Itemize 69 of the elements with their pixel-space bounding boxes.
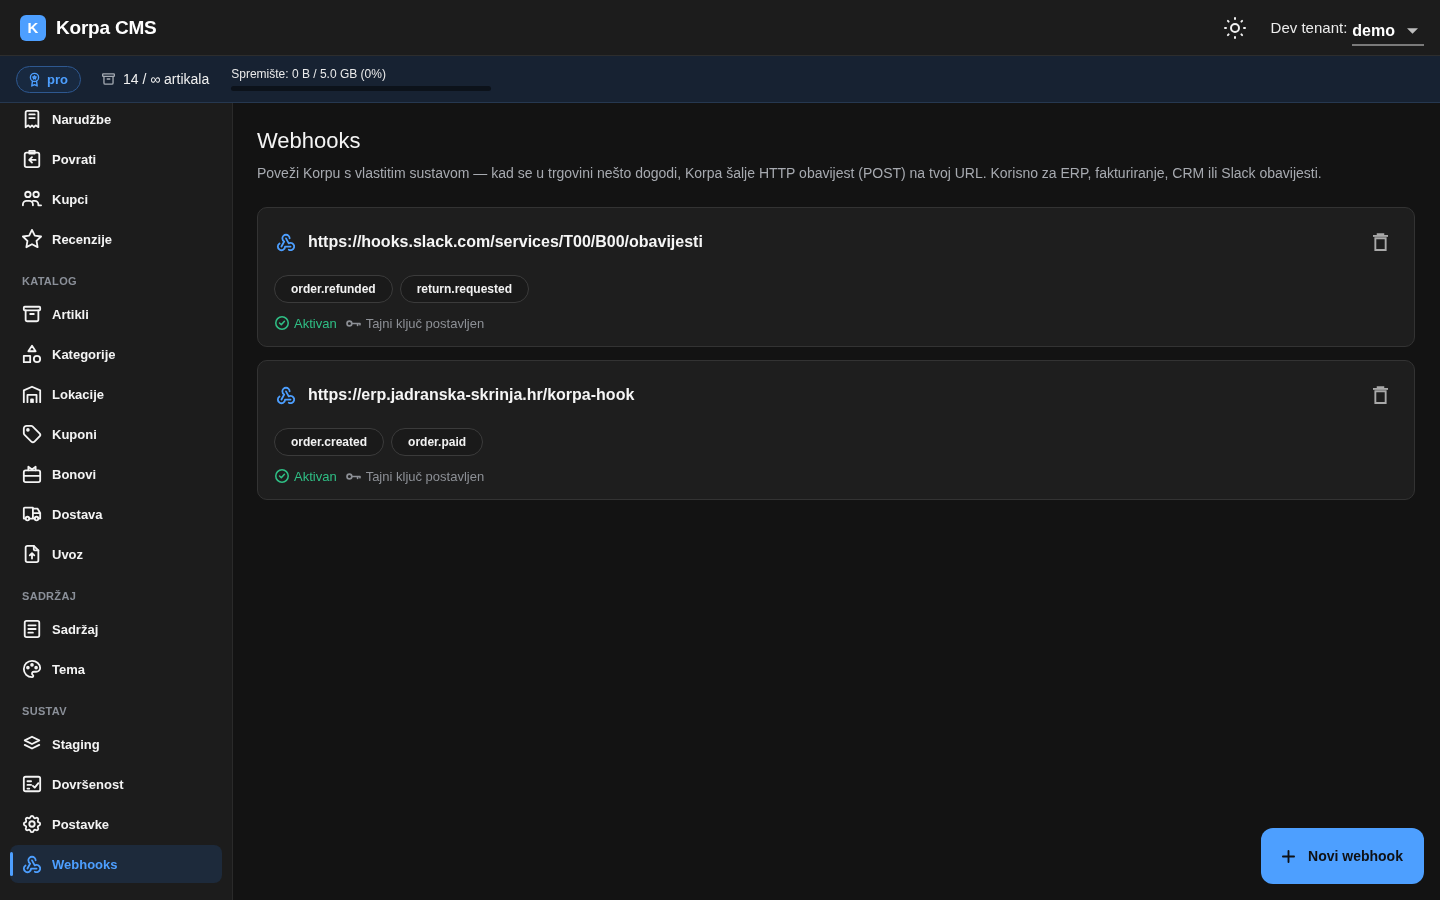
truck-icon <box>22 504 42 524</box>
sidebar-item[interactable]: Tema <box>10 650 222 688</box>
sidebar-item[interactable]: Postavke <box>10 805 222 843</box>
app-logo: K <box>20 14 46 41</box>
sidebar-item[interactable]: Kategorije <box>10 335 222 373</box>
warehouse-icon <box>22 384 42 404</box>
sidebar-item[interactable]: Dovršenost <box>10 765 222 803</box>
sidebar-item[interactable]: Povrati <box>10 140 222 178</box>
sidebar-item[interactable]: Uvoz <box>10 535 222 573</box>
webhook-icon <box>22 854 42 874</box>
sidebar-item[interactable]: Narudžbe <box>10 103 222 138</box>
archive-icon <box>101 73 115 85</box>
event-tag: order.paid <box>391 428 484 456</box>
sidebar-item[interactable]: Webhooks <box>10 845 222 883</box>
section-heading: SUSTAV <box>21 704 68 719</box>
check-circle-icon <box>275 316 289 330</box>
webhook-icon <box>276 385 296 405</box>
webhook-icon <box>276 232 296 252</box>
tenant-select[interactable]: demo <box>1352 15 1424 46</box>
webhook-url: https://hooks.slack.com/services/T00/B00/obavijesti <box>308 233 703 251</box>
star-icon <box>22 229 42 249</box>
event-tag: order.refunded <box>274 275 393 303</box>
tenant-label: Dev tenant: <box>1270 19 1348 36</box>
arrow-in-box-icon <box>22 149 42 169</box>
new-webhook-button[interactable]: Novi webhook <box>1261 828 1424 884</box>
sidebar-item[interactable]: Bonovi <box>10 455 222 493</box>
key-icon <box>345 472 361 480</box>
archive-icon <box>22 304 42 324</box>
section-heading: SADRŽAJ <box>21 589 78 604</box>
secret-status: Tajni ključ postavljen <box>365 315 485 331</box>
status-label: Aktivan <box>294 315 337 331</box>
check-circle-icon <box>275 469 289 483</box>
sun-icon[interactable] <box>1223 16 1246 39</box>
trash-icon[interactable] <box>1373 232 1388 252</box>
receipt-icon <box>22 109 42 129</box>
sidebar-item[interactable]: Artikli <box>10 295 222 333</box>
app-name: Korpa CMS <box>56 16 157 39</box>
sidebar-item[interactable]: Kuponi <box>10 415 222 453</box>
sidebar-item[interactable]: Sadržaj <box>10 610 222 648</box>
document-icon <box>22 619 42 639</box>
sidebar-item[interactable]: Kupci <box>10 180 222 218</box>
page-description: Poveži Korpu s vlastitim sustavom — kad se u trgovini nešto dogodi, Korpa šalje HTTP obavijest (POST) na tvoj URL. Korisno za ERP, fakturiranje, CRM ili Slack obavijesti. <box>257 164 1323 183</box>
tag-icon <box>22 424 42 444</box>
file-upload-icon <box>22 544 42 564</box>
checklist-icon <box>22 774 42 794</box>
caret-icon <box>1407 27 1418 34</box>
shapes-icon <box>22 344 42 364</box>
storage-label: Spremište: 0 B / 5.0 GB (0%) <box>231 67 386 81</box>
gift-icon <box>22 464 42 484</box>
sidebar-item[interactable]: Lokacije <box>10 375 222 413</box>
sidebar-item[interactable]: Dostava <box>10 495 222 533</box>
plus-icon <box>1282 849 1296 863</box>
palette-icon <box>22 659 42 679</box>
trash-icon[interactable] <box>1373 385 1388 405</box>
sidebar-item[interactable]: Recenzije <box>10 220 222 258</box>
key-icon <box>345 319 361 327</box>
users-icon <box>22 189 42 209</box>
status-label: Aktivan <box>294 468 337 484</box>
secret-status: Tajni ključ postavljen <box>365 468 485 484</box>
item-count: 14 / ∞ artikala <box>122 71 210 87</box>
webhook-url: https://erp.jadranska-skrinja.hr/korpa-hook <box>308 386 635 404</box>
page-title: Webhooks <box>257 127 362 155</box>
award-icon <box>29 71 40 87</box>
event-tag: return.requested <box>399 275 530 303</box>
sidebar-item[interactable]: Staging <box>10 725 222 763</box>
settings-icon <box>22 814 42 834</box>
section-heading: KATALOG <box>21 274 78 289</box>
event-tag: order.created <box>274 428 385 456</box>
plan-name: pro <box>47 71 68 87</box>
